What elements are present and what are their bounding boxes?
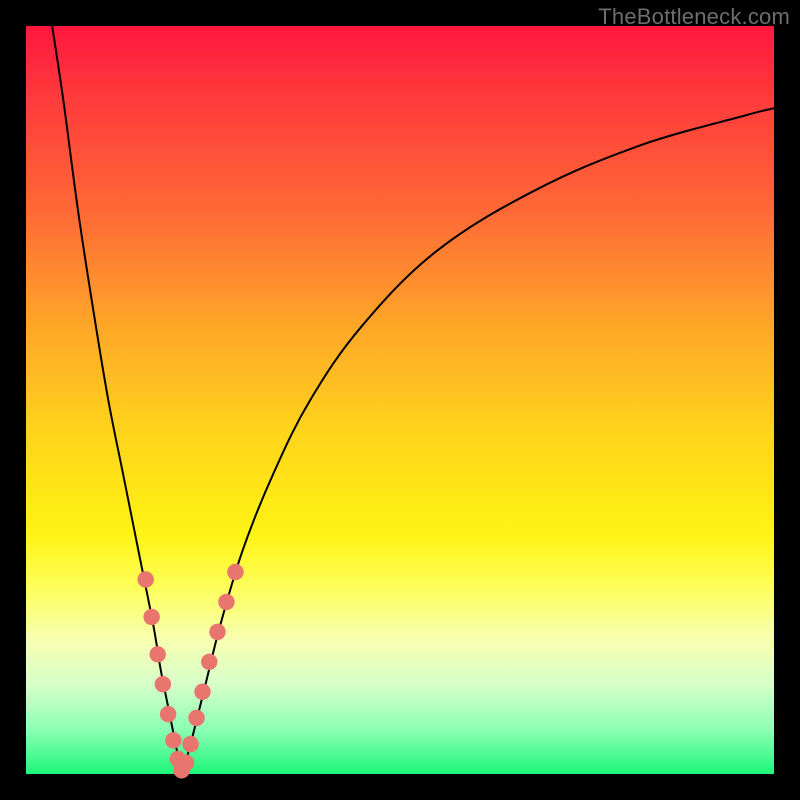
curve-left-branch [52, 26, 181, 774]
watermark-text: TheBottleneck.com [598, 4, 790, 30]
chart-svg [26, 26, 774, 774]
chart-frame [26, 26, 774, 774]
data-marker [182, 736, 198, 752]
data-marker [227, 564, 243, 580]
data-marker [165, 732, 181, 748]
data-marker [194, 683, 210, 699]
curve-right-branch [182, 108, 774, 774]
data-marker [149, 646, 165, 662]
data-marker [188, 710, 204, 726]
data-marker [209, 624, 225, 640]
data-marker [137, 571, 153, 587]
data-marker [155, 676, 171, 692]
data-marker [201, 654, 217, 670]
data-marker [143, 609, 159, 625]
data-marker [178, 755, 194, 771]
data-marker [160, 706, 176, 722]
marker-group [137, 564, 243, 779]
data-marker [218, 594, 234, 610]
